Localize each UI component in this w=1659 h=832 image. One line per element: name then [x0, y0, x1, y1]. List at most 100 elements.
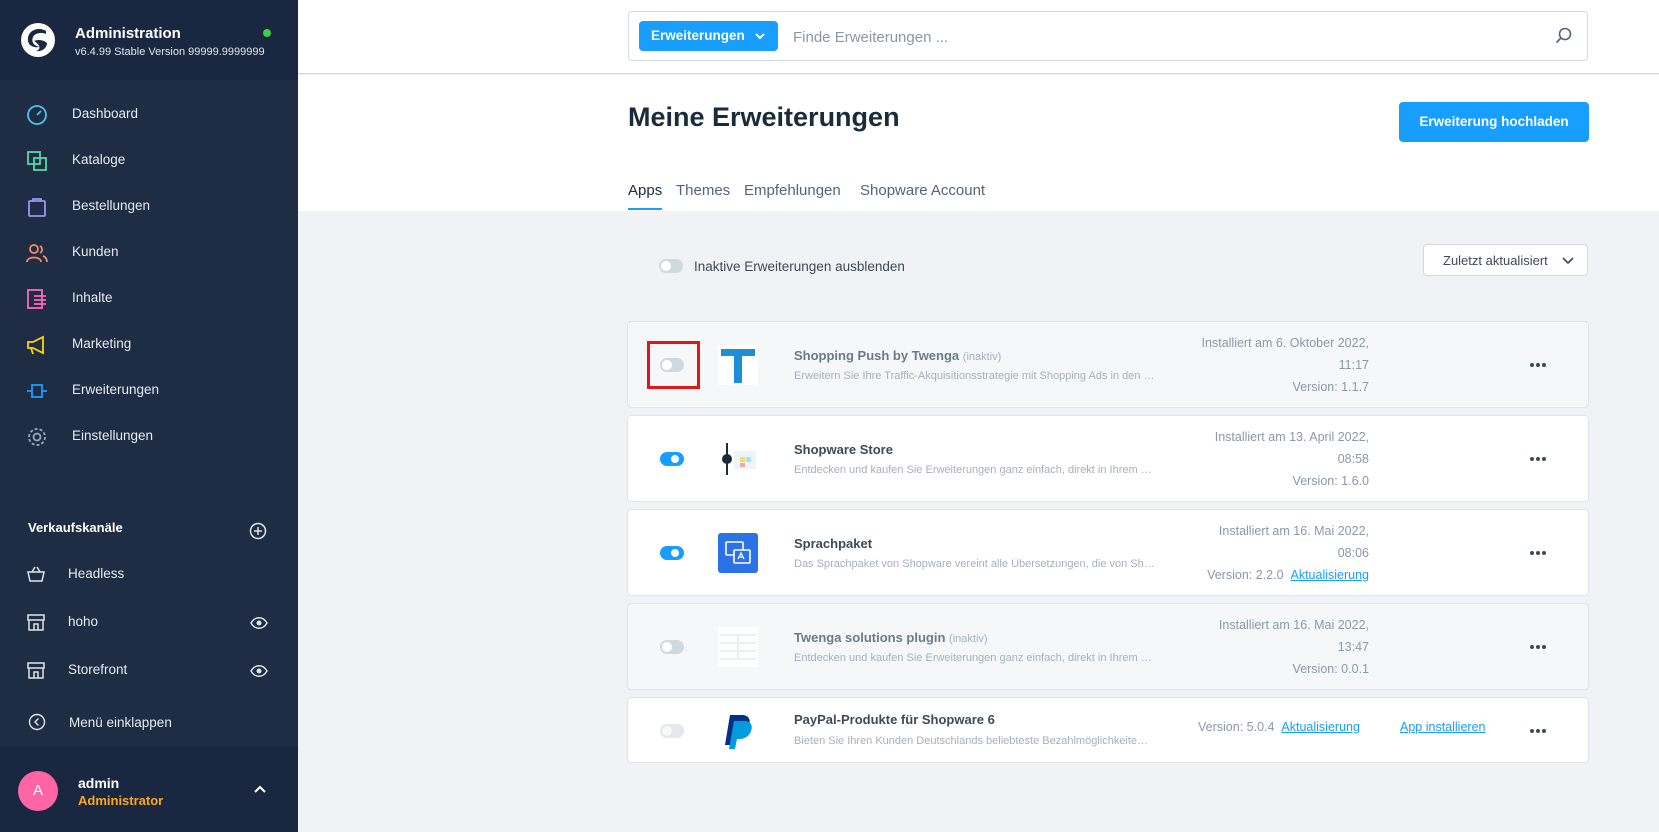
install-app-link[interactable]: App installieren — [1400, 720, 1485, 734]
highlight-box — [647, 341, 700, 389]
sales-channel-headless[interactable]: Headless — [0, 552, 298, 596]
sales-channel-label: Headless — [68, 566, 125, 581]
search-icon[interactable] — [1554, 26, 1574, 46]
nav-label: Einstellungen — [72, 428, 154, 443]
content-icon — [27, 289, 46, 309]
update-link[interactable]: Aktualisierung — [1281, 720, 1360, 734]
extension-active-toggle[interactable] — [660, 724, 684, 738]
extension-name-text: Twenga solutions plugin — [794, 630, 946, 645]
installed-time: 11:17 — [1338, 358, 1369, 372]
extension-active-toggle[interactable] — [660, 452, 684, 466]
sales-channel-hoho[interactable]: hoho — [0, 600, 298, 644]
nav-item-erweiterungen[interactable]: Erweiterungen — [0, 369, 298, 413]
tab-apps[interactable]: Apps — [628, 182, 662, 199]
sales-channels-title: Verkaufskanäle — [28, 520, 123, 535]
extension-name: Sprachpaket — [794, 536, 873, 551]
extension-meta: Installiert am 6. Oktober 2022, 11:17 Ve… — [1149, 332, 1369, 398]
extension-description: Entdecken und kaufen Sie Erweiterungen g… — [794, 652, 1152, 664]
extension-card: Shopware Store Entdecken und kaufen Sie … — [627, 415, 1589, 502]
shopping-bag-icon — [28, 198, 46, 217]
extension-meta: Installiert am 16. Mai 2022, 08:06 Versi… — [1149, 520, 1369, 586]
storefront-icon — [27, 614, 45, 631]
gear-icon — [28, 428, 46, 446]
collapse-menu-button[interactable]: Menü einklappen — [0, 701, 298, 745]
extension-description: Erweitern Sie Ihre Traffic-Akquisitionss… — [794, 370, 1155, 382]
extension-name: Shopping Push by Twenga (inaktiv) — [794, 348, 1001, 363]
add-sales-channel-icon[interactable] — [249, 522, 267, 540]
nav-item-dashboard[interactable]: Dashboard — [0, 93, 298, 137]
extension-card: Shopping Push by Twenga (inaktiv) Erweit… — [627, 321, 1589, 408]
extension-version: Version: 1.1.7 — [1292, 380, 1369, 394]
extension-name: Twenga solutions plugin (inaktiv) — [794, 630, 988, 645]
extension-description: Entdecken und kaufen Sie Erweiterungen g… — [794, 464, 1152, 476]
extension-active-toggle[interactable] — [660, 546, 684, 560]
user-profile[interactable]: A admin Administrator — [0, 746, 298, 832]
update-link[interactable]: Aktualisierung — [1290, 568, 1369, 582]
app-title: Administration — [75, 25, 181, 42]
search-type-label: Erweiterungen — [651, 28, 745, 43]
eye-icon[interactable] — [250, 664, 268, 678]
more-options-icon[interactable] — [1529, 644, 1547, 650]
nav-item-kataloge[interactable]: Kataloge — [0, 139, 298, 183]
extension-meta: Installiert am 16. Mai 2022, 13:47 Versi… — [1149, 614, 1369, 680]
customers-icon — [26, 244, 48, 263]
nav-item-einstellungen[interactable]: Einstellungen — [0, 415, 298, 459]
search-type-dropdown[interactable]: Erweiterungen — [639, 21, 778, 51]
shopware-logo-icon[interactable] — [20, 22, 56, 58]
search-bar: Erweiterungen — [628, 11, 1588, 61]
more-options-icon[interactable] — [1529, 362, 1547, 368]
extension-card: PayPal-Produkte für Shopware 6 Bieten Si… — [627, 697, 1589, 763]
language-pack-icon — [718, 533, 758, 573]
installed-date: Installiert am 6. Oktober 2022, — [1201, 336, 1369, 350]
sales-channel-label: Storefront — [68, 662, 128, 677]
extension-active-toggle[interactable] — [660, 640, 684, 654]
search-input[interactable] — [793, 24, 1493, 50]
chevron-up-icon[interactable] — [253, 784, 267, 794]
nav-item-kunden[interactable]: Kunden — [0, 231, 298, 275]
extension-card: Sprachpaket Das Sprachpaket von Shopware… — [627, 509, 1589, 596]
more-options-icon[interactable] — [1529, 550, 1547, 556]
extension-version: Version: 0.0.1 — [1292, 662, 1369, 676]
installed-date: Installiert am 16. Mai 2022, — [1218, 618, 1369, 632]
nav-label: Kataloge — [72, 152, 126, 167]
shopware-store-icon — [718, 439, 758, 479]
eye-icon[interactable] — [250, 616, 268, 630]
status-indicator — [263, 29, 271, 37]
megaphone-icon — [27, 335, 44, 355]
extension-meta: Installiert am 13. April 2022, 08:58 Ver… — [1149, 426, 1369, 492]
storefront-icon — [27, 662, 45, 679]
tab-empfehlungen[interactable]: Empfehlungen — [744, 182, 841, 199]
hide-inactive-toggle[interactable] — [659, 259, 683, 273]
nav-item-marketing[interactable]: Marketing — [0, 323, 298, 367]
more-options-icon[interactable] — [1529, 728, 1547, 734]
installed-time: 08:58 — [1337, 452, 1369, 466]
page-header: Meine Erweiterungen Erweiterung hochlade… — [298, 75, 1659, 211]
nav-label: Marketing — [72, 336, 132, 351]
more-options-icon[interactable] — [1529, 456, 1547, 462]
nav-item-bestellungen[interactable]: Bestellungen — [0, 185, 298, 229]
extension-name-text: Shopping Push by Twenga — [794, 348, 960, 363]
tab-shopware-account[interactable]: Shopware Account — [860, 182, 985, 199]
dashboard-gauge-icon — [27, 105, 47, 125]
nav-item-inhalte[interactable]: Inhalte — [0, 277, 298, 321]
placeholder-grid-icon — [718, 627, 758, 667]
extension-version: Version: 2.2.0 — [1207, 568, 1284, 582]
chevron-down-icon — [1562, 257, 1574, 265]
extension-name: Shopware Store — [794, 442, 893, 457]
tab-themes[interactable]: Themes — [676, 182, 730, 199]
extension-version: Version: 1.6.0 — [1292, 474, 1369, 488]
sort-dropdown[interactable]: Zuletzt aktualisiert — [1423, 244, 1588, 276]
hide-inactive-label: Inaktive Erweiterungen ausblenden — [694, 259, 905, 274]
nav-label: Erweiterungen — [72, 382, 160, 397]
inactive-tag: (inaktiv) — [962, 351, 1002, 363]
top-bar: Erweiterungen — [298, 0, 1659, 74]
sales-channel-storefront[interactable]: Storefront — [0, 648, 298, 692]
extension-name: PayPal-Produkte für Shopware 6 — [794, 712, 995, 727]
installed-time: 13:47 — [1337, 640, 1369, 654]
upload-extension-button[interactable]: Erweiterung hochladen — [1399, 102, 1589, 142]
nav-label: Bestellungen — [72, 198, 151, 213]
user-role: Administrator — [78, 793, 164, 808]
chevron-down-icon — [755, 33, 765, 40]
sidebar: Administration v6.4.99 Stable Version 99… — [0, 0, 298, 832]
avatar: A — [18, 771, 58, 811]
